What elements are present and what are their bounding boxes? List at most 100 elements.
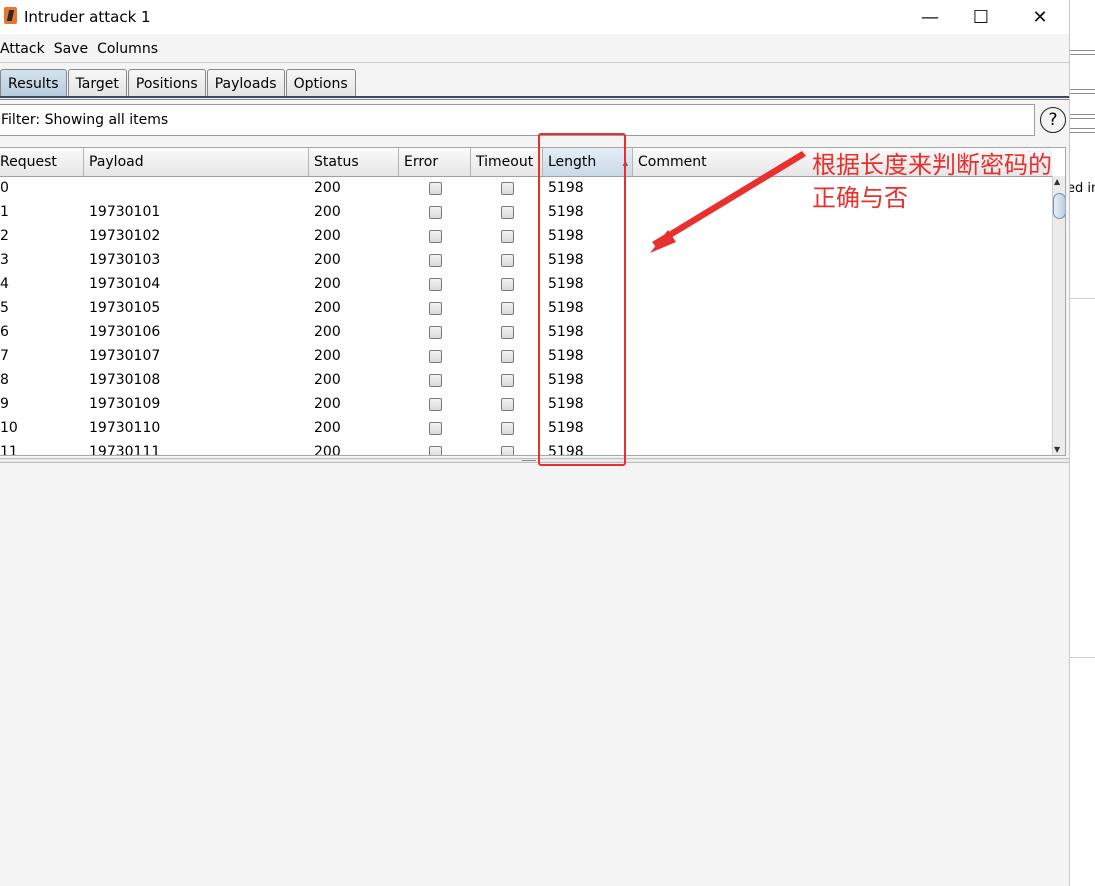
column-header-error[interactable]: Error <box>399 148 471 176</box>
column-header-payload[interactable]: Payload <box>84 148 309 176</box>
error-checkbox[interactable] <box>429 277 442 291</box>
menu-columns[interactable]: Columns <box>97 41 158 57</box>
table-row[interactable]: 8 19730108 200 5198 <box>0 368 1052 392</box>
length-column-highlight-box <box>538 133 626 466</box>
tab-underline <box>0 96 1069 98</box>
annotation-text: 根据长度来判断密码的 正确与否 <box>812 149 1052 215</box>
cell-request: 2 <box>0 228 9 244</box>
checkbox-cell <box>501 176 514 200</box>
cell-request: 7 <box>0 348 9 364</box>
minimize-button[interactable]: — <box>907 0 953 34</box>
timeout-checkbox[interactable] <box>501 181 514 195</box>
error-checkbox[interactable] <box>429 253 442 267</box>
background-window-edge: ed in <box>1069 0 1095 886</box>
timeout-checkbox[interactable] <box>501 301 514 315</box>
table-row[interactable]: 4 19730104 200 5198 <box>0 272 1052 296</box>
tab-positions[interactable]: Positions <box>127 69 206 97</box>
cell-payload: 19730104 <box>89 276 161 292</box>
cell-request: 3 <box>0 252 9 268</box>
error-checkbox[interactable] <box>429 373 442 387</box>
checkbox-cell <box>501 296 514 320</box>
timeout-checkbox[interactable] <box>501 277 514 291</box>
error-checkbox[interactable] <box>429 325 442 339</box>
table-row[interactable]: 7 19730107 200 5198 <box>0 344 1052 368</box>
scroll-up-icon[interactable]: ▲ <box>1054 177 1060 186</box>
table-row[interactable]: 9 19730109 200 5198 <box>0 392 1052 416</box>
error-checkbox[interactable] <box>429 397 442 411</box>
tab-payloads[interactable]: Payloads <box>206 69 285 97</box>
checkbox-cell <box>429 272 442 296</box>
error-checkbox[interactable] <box>429 301 442 315</box>
timeout-checkbox[interactable] <box>501 445 514 455</box>
column-header-status[interactable]: Status <box>309 148 399 176</box>
error-checkbox[interactable] <box>429 349 442 363</box>
checkbox-cell <box>429 224 442 248</box>
tab-target[interactable]: Target <box>67 69 127 97</box>
timeout-checkbox[interactable] <box>501 325 514 339</box>
pane-splitter[interactable] <box>0 458 1069 463</box>
cell-request: 5 <box>0 300 9 316</box>
error-checkbox[interactable] <box>429 229 442 243</box>
tab-results[interactable]: Results <box>0 69 67 97</box>
tab-options[interactable]: Options <box>285 69 356 97</box>
scroll-down-icon[interactable]: ▼ <box>1054 445 1060 454</box>
cell-payload: 19730111 <box>89 444 161 456</box>
bg-divider <box>1070 114 1095 115</box>
menu-save[interactable]: Save <box>54 41 88 57</box>
error-checkbox[interactable] <box>429 421 442 435</box>
table-row[interactable]: 6 19730106 200 5198 <box>0 320 1052 344</box>
cell-payload: 19730107 <box>89 348 161 364</box>
checkbox-cell <box>429 248 442 272</box>
annotation-line-2: 正确与否 <box>812 184 908 212</box>
error-checkbox[interactable] <box>429 181 442 195</box>
splitter-grip[interactable] <box>522 460 536 461</box>
checkbox-cell <box>429 344 442 368</box>
error-checkbox[interactable] <box>429 205 442 219</box>
help-icon[interactable]: ? <box>1040 107 1066 133</box>
maximize-button[interactable]: ☐ <box>958 0 1004 34</box>
menu-attack[interactable]: Attack <box>0 41 45 57</box>
menu-divider <box>0 62 1069 63</box>
cell-payload: 19730102 <box>89 228 161 244</box>
close-button[interactable]: ✕ <box>1017 0 1063 34</box>
checkbox-cell <box>429 392 442 416</box>
vertical-scrollbar[interactable]: ▲ ▼ <box>1052 176 1065 455</box>
table-row[interactable]: 3 19730103 200 5198 <box>0 248 1052 272</box>
table-row[interactable]: 11 19730111 200 5198 <box>0 440 1052 456</box>
menu-bar: Attack Save Columns <box>0 38 1069 60</box>
bg-divider <box>1070 128 1095 129</box>
filter-bar[interactable]: Filter: Showing all items <box>0 104 1035 136</box>
scrollbar-thumb[interactable] <box>1053 193 1065 219</box>
timeout-checkbox[interactable] <box>501 253 514 267</box>
column-header-timeout[interactable]: Timeout <box>471 148 543 176</box>
cell-request: 11 <box>0 444 18 456</box>
cell-status: 200 <box>314 420 341 436</box>
cell-status: 200 <box>314 228 341 244</box>
cell-payload: 19730108 <box>89 372 161 388</box>
timeout-checkbox[interactable] <box>501 373 514 387</box>
error-checkbox[interactable] <box>429 445 442 455</box>
bg-divider <box>1070 118 1095 119</box>
table-body: 0 200 5198 1 19730101 200 5198 2 19730102 200 5198… <box>0 176 1052 456</box>
checkbox-cell <box>429 368 442 392</box>
cell-request: 9 <box>0 396 9 412</box>
bg-divider <box>1070 93 1095 94</box>
timeout-checkbox[interactable] <box>501 421 514 435</box>
cell-status: 200 <box>314 252 341 268</box>
column-header-request[interactable]: Request <box>0 148 84 176</box>
cell-request: 4 <box>0 276 9 292</box>
table-row[interactable]: 10 19730110 200 5198 <box>0 416 1052 440</box>
timeout-checkbox[interactable] <box>501 397 514 411</box>
cell-request: 10 <box>0 420 18 436</box>
checkbox-cell <box>501 344 514 368</box>
cell-status: 200 <box>314 324 341 340</box>
checkbox-cell <box>429 296 442 320</box>
timeout-checkbox[interactable] <box>501 229 514 243</box>
annotation-line-1: 根据长度来判断密码的 <box>812 151 1052 179</box>
table-row[interactable]: 5 19730105 200 5198 <box>0 296 1052 320</box>
timeout-checkbox[interactable] <box>501 349 514 363</box>
timeout-checkbox[interactable] <box>501 205 514 219</box>
checkbox-cell <box>501 368 514 392</box>
table-row[interactable]: 2 19730102 200 5198 <box>0 224 1052 248</box>
title-bar[interactable]: Intruder attack 1 — ☐ ✕ <box>0 0 1069 34</box>
